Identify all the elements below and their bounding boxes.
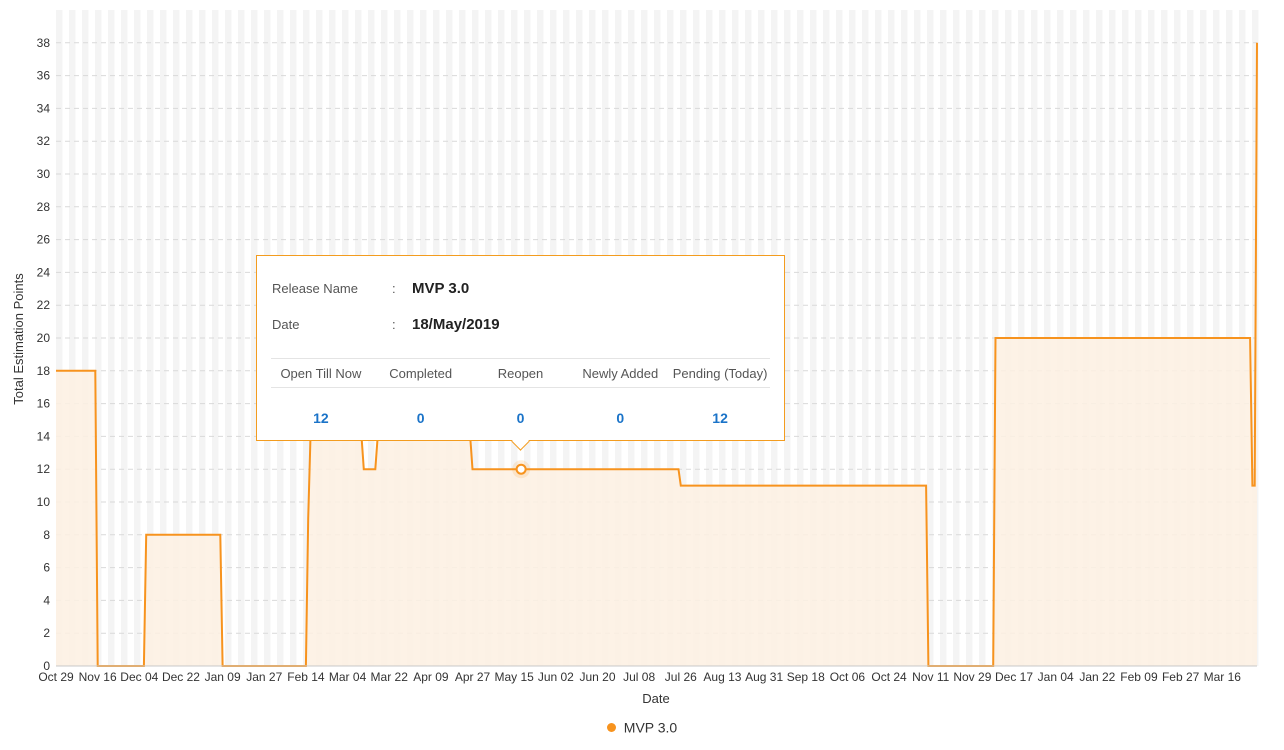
y-tick-label: 18 bbox=[37, 364, 51, 378]
x-tick-label: Dec 17 bbox=[995, 670, 1033, 684]
col-open-till-now: Open Till Now bbox=[280, 365, 362, 381]
y-tick-label: 32 bbox=[37, 134, 51, 148]
y-tick-label: 16 bbox=[37, 397, 51, 411]
value-completed: 0 bbox=[416, 410, 425, 426]
x-tick-label: Nov 29 bbox=[953, 670, 991, 684]
y-tick-label: 26 bbox=[37, 233, 51, 247]
x-tick-label: May 15 bbox=[495, 670, 535, 684]
x-tick-label: Oct 06 bbox=[830, 670, 866, 684]
tooltip-release-label: Release Name bbox=[272, 281, 358, 296]
x-tick-label: Jun 02 bbox=[538, 670, 574, 684]
x-tick-label: Jul 08 bbox=[623, 670, 655, 684]
x-tick-label: Jan 22 bbox=[1079, 670, 1115, 684]
x-tick-label: Feb 09 bbox=[1120, 670, 1158, 684]
x-tick-label: Sep 18 bbox=[787, 670, 825, 684]
x-tick-label: Mar 22 bbox=[371, 670, 409, 684]
y-tick-label: 2 bbox=[43, 626, 50, 640]
x-tick-label: Feb 27 bbox=[1162, 670, 1200, 684]
x-tick-label: Apr 27 bbox=[455, 670, 491, 684]
tooltip-release-row: Release Name : MVP 3.0 bbox=[272, 280, 469, 297]
x-tick-label: Aug 31 bbox=[745, 670, 783, 684]
y-axis-title: Total Estimation Points bbox=[11, 273, 26, 405]
y-tick-label: 8 bbox=[43, 528, 50, 542]
tooltip-date-label: Date bbox=[272, 317, 300, 332]
y-tick-label: 34 bbox=[37, 101, 51, 115]
y-tick-label: 28 bbox=[37, 200, 51, 214]
value-open-till-now: 12 bbox=[313, 410, 329, 426]
x-axis-title: Date bbox=[642, 691, 669, 706]
y-tick-label: 14 bbox=[37, 429, 51, 443]
tooltip-stats-header: Open Till Now Completed Reopen Newly Add… bbox=[271, 358, 770, 388]
legend-item-mvp-3-0[interactable]: MVP 3.0 bbox=[624, 719, 677, 735]
tooltip-date-row: Date : 18/May/2019 bbox=[272, 316, 500, 333]
x-tick-label: Dec 04 bbox=[120, 670, 158, 684]
tooltip-colon: : bbox=[392, 317, 396, 332]
chart-legend: MVP 3.0 bbox=[0, 718, 1284, 735]
x-tick-label: Jan 27 bbox=[246, 670, 282, 684]
x-tick-label: Jun 20 bbox=[579, 670, 615, 684]
x-tick-label: Mar 16 bbox=[1204, 670, 1242, 684]
col-completed: Completed bbox=[389, 365, 453, 381]
y-tick-label: 36 bbox=[37, 69, 51, 83]
y-tick-label: 24 bbox=[37, 265, 51, 279]
col-pending-today: Pending (Today) bbox=[672, 365, 768, 381]
value-pending-today: 12 bbox=[712, 410, 728, 426]
y-tick-label: 22 bbox=[37, 298, 51, 312]
y-tick-label: 12 bbox=[37, 462, 51, 476]
col-reopen: Reopen bbox=[497, 365, 544, 381]
y-tick-label: 38 bbox=[37, 36, 51, 50]
x-tick-label: Oct 29 bbox=[38, 670, 74, 684]
x-tick-label: Jan 04 bbox=[1038, 670, 1074, 684]
x-axis-ticks: Oct 29 Nov 16 Dec 04 Dec 22 Jan 09 Jan 27 Feb … bbox=[38, 670, 1241, 684]
x-tick-label: Feb 14 bbox=[287, 670, 325, 684]
x-tick-label: Jul 26 bbox=[665, 670, 697, 684]
x-tick-label: Nov 16 bbox=[79, 670, 117, 684]
x-tick-label: Dec 22 bbox=[162, 670, 200, 684]
x-tick-label: Apr 09 bbox=[413, 670, 449, 684]
y-tick-label: 4 bbox=[43, 593, 50, 607]
y-tick-label: 20 bbox=[37, 331, 51, 345]
tooltip-colon: : bbox=[392, 281, 396, 296]
hover-point-marker[interactable] bbox=[515, 463, 527, 475]
y-tick-label: 6 bbox=[43, 561, 50, 575]
x-tick-label: Jan 09 bbox=[205, 670, 241, 684]
x-tick-label: Aug 13 bbox=[703, 670, 741, 684]
value-reopen: 0 bbox=[516, 410, 525, 426]
y-axis-ticks: 02468101214161820222426283032343638 bbox=[37, 36, 51, 673]
legend-marker-icon bbox=[606, 722, 616, 732]
y-tick-label: 30 bbox=[37, 167, 51, 181]
tooltip-release-value: MVP 3.0 bbox=[412, 280, 470, 297]
x-tick-label: Mar 04 bbox=[329, 670, 367, 684]
data-point-tooltip: Release Name : MVP 3.0 Date : 18/May/201… bbox=[256, 255, 785, 451]
col-newly-added: Newly Added bbox=[582, 365, 659, 381]
y-tick-label: 10 bbox=[37, 495, 51, 509]
x-tick-label: Oct 24 bbox=[871, 670, 907, 684]
value-newly-added: 0 bbox=[616, 410, 625, 426]
x-tick-label: Nov 11 bbox=[912, 670, 949, 684]
tooltip-date-value: 18/May/2019 bbox=[412, 316, 500, 333]
